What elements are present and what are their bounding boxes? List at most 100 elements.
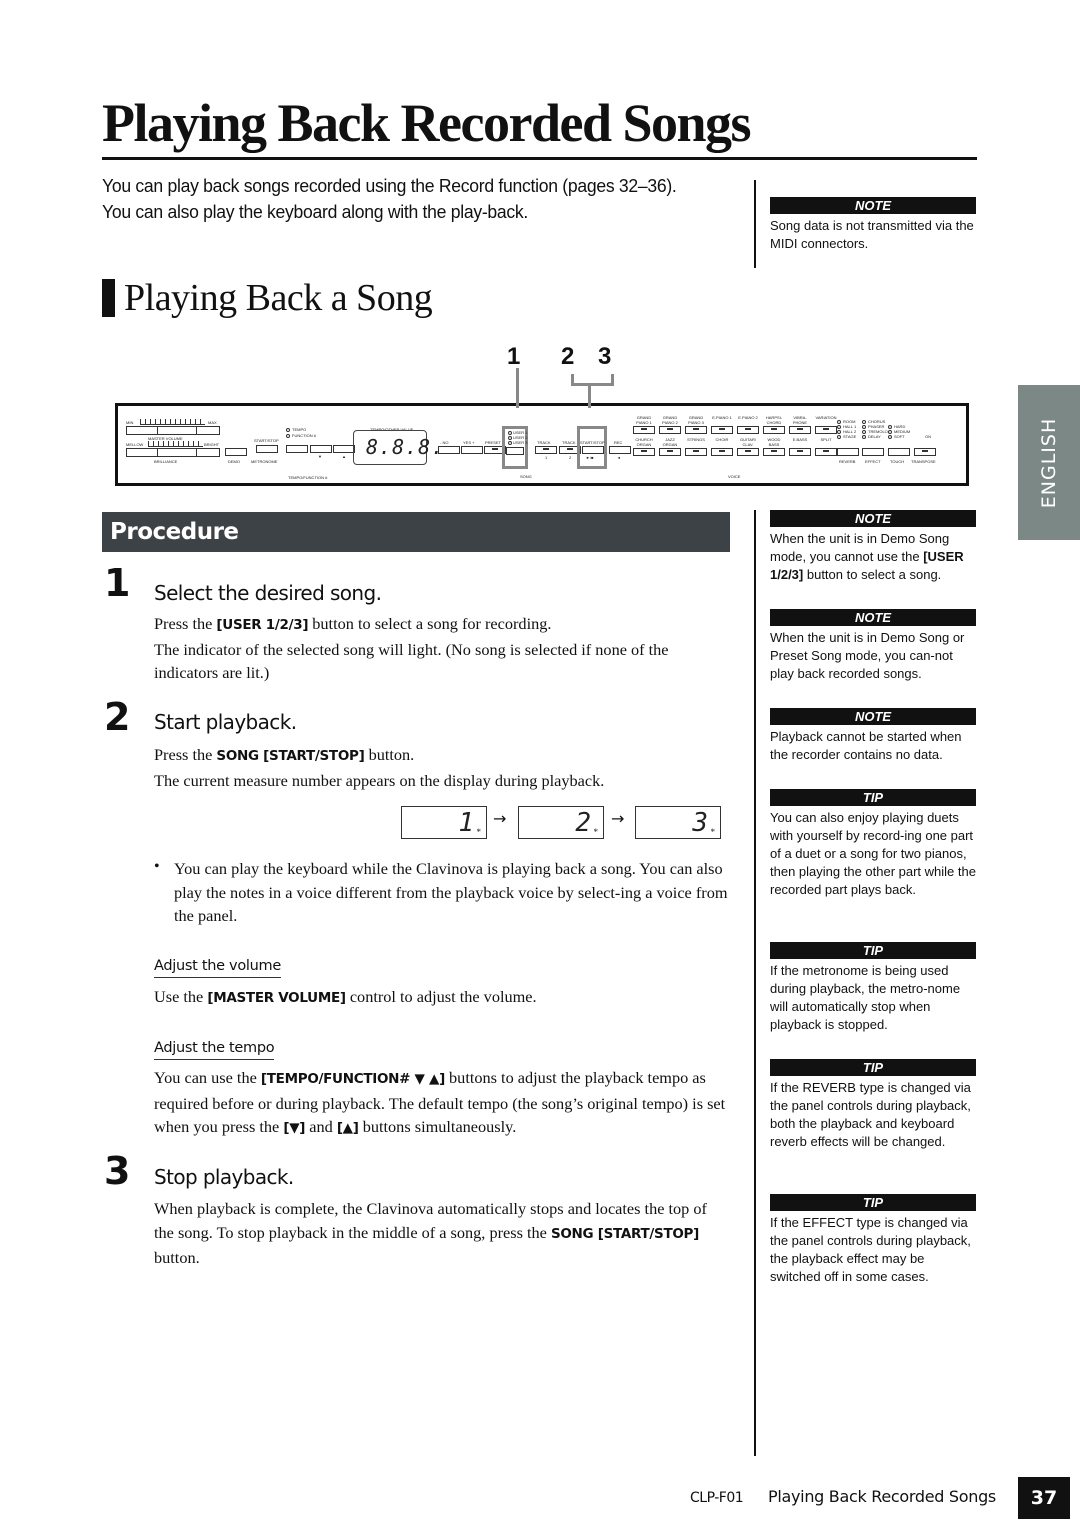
touch-button[interactable] <box>888 448 910 456</box>
voice-button[interactable] <box>659 426 681 434</box>
beat-marker: * <box>476 827 482 837</box>
volume-body: Use the [MASTER VOLUME] control to adjus… <box>154 985 729 1011</box>
demo-button[interactable] <box>225 448 247 456</box>
up-symbol: ▲ <box>342 454 346 459</box>
voice-button[interactable] <box>633 448 655 456</box>
text: and <box>305 1117 337 1136</box>
voice-label: VOICE <box>728 474 741 479</box>
voice-label: SPLIT <box>820 437 832 442</box>
led-display: 8.8.8. <box>353 430 443 465</box>
touch-option-led <box>888 435 892 439</box>
voice-label: CHURCH ORGAN <box>635 437 653 447</box>
transpose-button[interactable] <box>914 448 936 456</box>
touch-option-label: SOFT <box>894 434 905 439</box>
effect-label: EFFECT <box>865 459 881 464</box>
tempo-led <box>286 428 290 432</box>
tempo-up-button[interactable] <box>333 445 355 453</box>
demo-label: DEMO <box>228 459 240 464</box>
reverb-option-led <box>837 425 841 429</box>
master-volume-slider[interactable] <box>126 426 220 435</box>
track2-label: TRACK <box>562 440 576 445</box>
brilliance-scale <box>148 441 203 447</box>
voice-label: GRAND PIANO 1 <box>636 415 652 425</box>
text: button. <box>364 745 415 764</box>
text: button to select a song for recording. <box>308 614 552 633</box>
reverb-option-led <box>837 435 841 439</box>
callout-1: 1 <box>507 343 521 370</box>
voice-button[interactable] <box>815 426 837 434</box>
rec-button[interactable] <box>609 446 631 454</box>
voice-button[interactable] <box>763 448 785 456</box>
text: The indicator of the selected song will … <box>154 639 669 683</box>
text: buttons simultaneously. <box>358 1117 517 1136</box>
tip-label: TIP <box>770 789 976 806</box>
step-3-number: 3 <box>104 1149 130 1193</box>
voice-button[interactable] <box>763 426 785 434</box>
voice-button[interactable] <box>789 448 811 456</box>
tempo-down-button[interactable] <box>310 445 332 453</box>
footer-title: Playing Back Recorded Songs <box>768 1487 996 1506</box>
voice-button[interactable] <box>685 448 707 456</box>
voice-button[interactable] <box>633 426 655 434</box>
function-led-label: FUNCTION # <box>292 433 316 438</box>
brilliance-mellow-label: MELLOW <box>126 442 144 447</box>
yes-label: YES + <box>463 440 475 445</box>
voice-label: VARIATION <box>815 415 837 420</box>
voice-button[interactable] <box>659 448 681 456</box>
start-stop-ref: SONG [START/STOP] <box>550 1225 700 1242</box>
metronome-button[interactable] <box>256 445 278 453</box>
user-button[interactable] <box>506 447 524 455</box>
track1-button[interactable] <box>535 446 557 454</box>
voice-button[interactable] <box>711 448 733 456</box>
song-start-stop-button[interactable] <box>582 446 604 454</box>
reverb-button[interactable] <box>837 448 859 456</box>
voice-button[interactable] <box>815 448 837 456</box>
tip-label: TIP <box>770 942 976 959</box>
note-no-data: NOTE Playback cannot be started when the… <box>770 708 976 764</box>
voice-button[interactable] <box>737 426 759 434</box>
voice-button[interactable] <box>711 426 733 434</box>
volume-subheading: Adjust the volume <box>154 956 281 978</box>
voice-label: JAZZ ORGAN <box>662 437 678 447</box>
step-1-number: 1 <box>104 561 130 605</box>
voice-button[interactable] <box>737 448 759 456</box>
arrow-icon: → <box>611 809 625 828</box>
voice-label: CHOIR <box>715 437 729 442</box>
procedure-label: Procedure <box>110 519 239 545</box>
tip-duets: TIP You can also enjoy playing duets wit… <box>770 789 976 899</box>
user3-led <box>508 441 512 445</box>
reverb-option-led <box>837 430 841 434</box>
no-button[interactable] <box>438 446 460 454</box>
measure-display-2: 2 * <box>518 806 604 839</box>
note-demo-user: NOTE When the unit is in Demo Song mode,… <box>770 510 976 584</box>
beat-marker: * <box>593 827 599 837</box>
metronome-start-stop-label: START/STOP <box>254 438 279 443</box>
master-volume-ref: [MASTER VOLUME] <box>207 990 346 1006</box>
step-1-body: Press the [USER 1/2/3] button to select … <box>154 612 729 685</box>
text: control to adjust the volume. <box>345 987 537 1006</box>
callout-line-1 <box>516 368 519 408</box>
measure-display-3: 3 * <box>635 806 721 839</box>
voice-button[interactable] <box>789 426 811 434</box>
voice-label: GRAND PIANO 2 <box>662 415 678 425</box>
step-2-body: Press the SONG [START/STOP] button. The … <box>154 743 729 792</box>
volume-max-label: MAX <box>208 420 217 425</box>
yes-button[interactable] <box>461 446 483 454</box>
bullet-icon: • <box>154 858 160 875</box>
voice-button[interactable] <box>685 426 707 434</box>
voice-label: E.BASS <box>792 437 808 442</box>
volume-min-label: MIN <box>126 420 134 425</box>
step-3-body: When playback is complete, the Clavinova… <box>154 1197 729 1270</box>
tempo-function-button[interactable] <box>286 445 308 453</box>
tempo-subheading: Adjust the tempo <box>154 1038 275 1060</box>
reverb-label: REVERB <box>839 459 856 464</box>
transpose-label: TRANSPOSE <box>911 459 936 464</box>
effect-button[interactable] <box>862 448 884 456</box>
metronome-label: METRONOME <box>251 459 278 464</box>
reverb-option-led <box>837 420 841 424</box>
note-label: NOTE <box>770 708 976 725</box>
note-demo-preset: NOTE When the unit is in Demo Song or Pr… <box>770 609 976 683</box>
text: The current measure number appears on th… <box>154 770 605 790</box>
brilliance-slider[interactable] <box>126 448 220 457</box>
voice-label: VIBRA-PHONE <box>792 415 808 425</box>
